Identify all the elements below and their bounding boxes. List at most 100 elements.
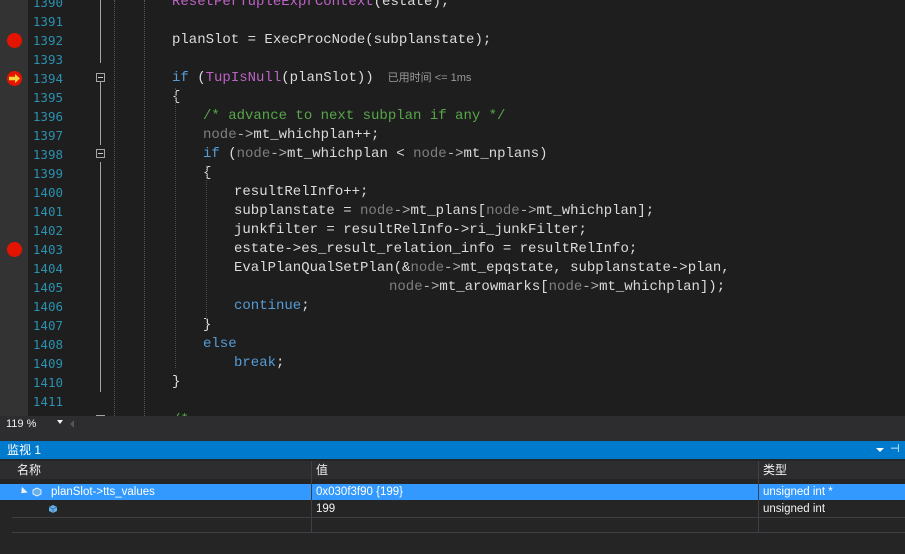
code-token: } — [203, 317, 212, 333]
code-token: < — [387, 146, 414, 162]
code-line[interactable]: 1395 { — [0, 88, 905, 107]
code-text[interactable]: estate->es_result_relation_info = result… — [234, 240, 637, 259]
code-line[interactable]: 1400 resultRelInfo++; — [0, 183, 905, 202]
code-text[interactable]: if (TupIsNull(planSlot)) 已用时间 <= 1ms — [172, 69, 471, 88]
code-token: node — [203, 127, 237, 143]
code-token: mt_whichplan — [536, 203, 638, 219]
code-text[interactable]: else — [203, 335, 237, 354]
code-line[interactable]: 1407} — [0, 316, 905, 335]
code-line[interactable]: 1393 — [0, 50, 905, 69]
code-text[interactable]: node->mt_whichplan++; — [203, 126, 379, 145]
code-line[interactable]: 1410} — [0, 373, 905, 392]
line-number: 1409 — [32, 356, 63, 371]
breakpoint-icon[interactable] — [7, 33, 22, 48]
value-column-header[interactable]: 值 — [316, 462, 328, 478]
code-line[interactable]: 1394 if (TupIsNull(planSlot)) 已用时间 <= 1ms — [0, 69, 905, 88]
code-line[interactable]: 1399 { — [0, 164, 905, 183]
column-divider[interactable] — [758, 461, 759, 533]
line-number: 1410 — [32, 375, 63, 390]
outline-line — [100, 0, 101, 63]
watch-row[interactable]: 199 unsigned int — [0, 501, 905, 517]
collapse-region-icon[interactable] — [96, 149, 105, 158]
code-token: ( — [188, 70, 206, 86]
code-line[interactable]: 1409 break; — [0, 354, 905, 373]
code-token: node — [548, 279, 583, 295]
code-token: node — [413, 146, 447, 162]
code-text[interactable]: if (node->mt_whichplan < node->mt_nplans… — [203, 145, 548, 164]
column-divider[interactable] — [311, 461, 312, 533]
line-number: 1392 — [32, 33, 63, 48]
code-token: -> — [422, 279, 440, 295]
code-text[interactable]: break; — [234, 354, 284, 373]
watch-name[interactable]: planSlot->tts_values — [51, 484, 155, 500]
add-watch-row[interactable] — [12, 517, 905, 533]
code-token: { — [172, 89, 181, 105]
scroll-left-icon[interactable] — [70, 420, 74, 428]
code-line[interactable]: 1391 — [0, 12, 905, 31]
code-line[interactable]: 1397 node->mt_whichplan++; — [0, 126, 905, 145]
watch-panel-title-bar[interactable]: 监视 1 ⊣ — [0, 441, 905, 459]
code-token: ResetPerTupleExprContext — [172, 0, 374, 10]
window-position-dropdown-icon[interactable] — [876, 448, 884, 452]
pin-icon[interactable]: ⊣ — [890, 443, 900, 456]
code-line[interactable]: 1403 estate->es_result_relation_info = re… — [0, 240, 905, 259]
watch-header-row: 名称 值 类型 — [0, 461, 905, 479]
line-number: 1396 — [32, 109, 63, 124]
code-token: mt_whichplan — [253, 127, 355, 143]
code-token: ( — [219, 146, 237, 162]
line-number: 1405 — [32, 280, 63, 295]
watch-row[interactable]: planSlot->tts_values 0x030f3f90 {199} un… — [0, 484, 905, 500]
code-line[interactable]: 1411 — [0, 392, 905, 411]
code-line[interactable]: 1401 subplanstate = node->mt_plans[node->… — [0, 202, 905, 221]
code-text[interactable]: planSlot = ExecProcNode(subplanstate); — [172, 31, 491, 50]
zoom-level[interactable]: 119 % — [6, 417, 36, 432]
code-line[interactable]: 1402 junkfilter = resultRelInfo->ri_junkF… — [0, 221, 905, 240]
code-token: } — [172, 374, 181, 390]
code-line[interactable]: 1406 continue; — [0, 297, 905, 316]
zoom-dropdown-icon[interactable] — [57, 420, 63, 424]
code-line[interactable]: 1390 ResetPerTupleExprContext(estate); — [0, 0, 905, 12]
code-line[interactable]: 1408 else — [0, 335, 905, 354]
code-line[interactable]: 1392 planSlot = ExecProcNode(subplanstate… — [0, 31, 905, 50]
code-token: node — [360, 203, 394, 219]
code-token: /* advance to next subplan if any */ — [203, 108, 506, 124]
code-text[interactable]: subplanstate = node->mt_plans[node->mt_w… — [234, 202, 654, 221]
code-token: node — [410, 260, 445, 276]
perf-tip[interactable]: 已用时间 <= 1ms — [388, 72, 472, 84]
name-column-header[interactable]: 名称 — [17, 462, 41, 478]
code-token: -> — [446, 146, 464, 162]
code-text[interactable]: } — [172, 373, 180, 392]
code-line[interactable]: 1398 if (node->mt_whichplan < node->mt_np… — [0, 145, 905, 164]
code-line[interactable]: 1405 node->mt_arowmarks[node->mt_whichpla… — [0, 278, 905, 297]
code-editor[interactable]: 1390 ResetPerTupleExprContext(estate); 139… — [0, 0, 905, 416]
code-text[interactable]: EvalPlanQualSetPlan(&node->mt_epqstate, … — [234, 259, 730, 278]
code-text[interactable]: /* advance to next subplan if any */ — [203, 107, 505, 126]
collapse-icon[interactable] — [18, 486, 28, 497]
type-column-header[interactable]: 类型 — [763, 462, 787, 478]
line-number: 1399 — [32, 166, 63, 181]
code-line[interactable]: 1396 /* advance to next subplan if any */ — [0, 107, 905, 126]
code-text[interactable]: junkfilter = resultRelInfo->ri_junkFilte… — [234, 221, 587, 240]
code-text[interactable]: ResetPerTupleExprContext(estate); — [172, 0, 449, 12]
code-token: resultRelInfo++; — [234, 184, 369, 200]
code-token: node — [486, 203, 520, 219]
code-token: -> — [236, 127, 254, 143]
code-text[interactable]: } — [203, 316, 211, 335]
code-line[interactable]: 1404 EvalPlanQualSetPlan(&node->mt_epqsta… — [0, 259, 905, 278]
line-number: 1400 — [32, 185, 63, 200]
code-text[interactable]: continue; — [234, 297, 310, 316]
panel-splitter[interactable] — [0, 433, 905, 441]
code-text[interactable]: { — [203, 164, 211, 183]
code-text[interactable]: node->mt_arowmarks[node->mt_whichplan]); — [389, 278, 725, 297]
line-number: 1411 — [32, 394, 63, 409]
current-statement-breakpoint-icon[interactable] — [7, 71, 22, 86]
code-token: EvalPlanQualSetPlan(& — [234, 260, 411, 276]
code-token: planSlot = ExecProcNode(subplanstate); — [172, 32, 492, 48]
code-text[interactable]: { — [172, 88, 180, 107]
breakpoint-icon[interactable] — [7, 242, 22, 257]
watch-value[interactable]: 0x030f3f90 {199} — [316, 484, 403, 500]
outline-line — [100, 162, 101, 392]
watch-value[interactable]: 199 — [316, 501, 335, 517]
line-number: 1402 — [32, 223, 63, 238]
code-text[interactable]: resultRelInfo++; — [234, 183, 368, 202]
